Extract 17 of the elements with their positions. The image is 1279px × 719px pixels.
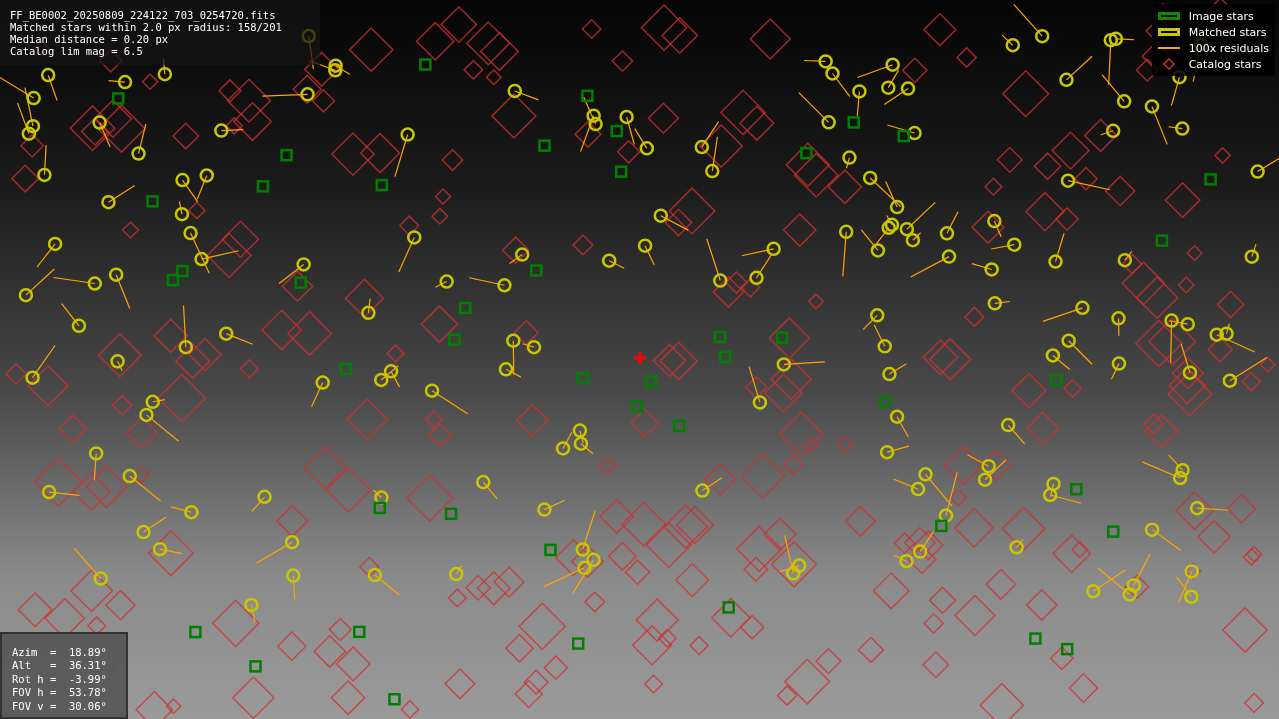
pointing-text: Alt = 36.31° — [12, 659, 108, 673]
square-marker-icon — [1157, 12, 1180, 20]
pointing-text: FOV h = 53.78° — [12, 686, 108, 700]
diamond-icon — [1162, 58, 1175, 70]
pointing-text: Azim = 18.89° — [12, 645, 108, 659]
info-text: Matched stars within 2.0 px radius: 158/201 — [10, 21, 283, 33]
info-text: FF_BE0002_20250809_224122_703_0254720.fits — [10, 9, 277, 21]
legend-label: 100x residuals — [1188, 41, 1269, 55]
square-marker-icon — [1157, 28, 1180, 36]
legend-label: Image stars — [1188, 9, 1254, 23]
pointing-text: Rot h = -3.99° — [12, 672, 108, 686]
info-text: Median distance = 0.20 px — [10, 33, 170, 45]
legend-label: Matched stars — [1188, 25, 1267, 39]
pointing-text: FOV v = 30.06° — [12, 699, 108, 713]
info-text: Catalog lim mag = 6.5 — [10, 45, 144, 57]
residual-line-icon — [1157, 47, 1180, 49]
legend-label: Catalog stars — [1188, 57, 1262, 71]
